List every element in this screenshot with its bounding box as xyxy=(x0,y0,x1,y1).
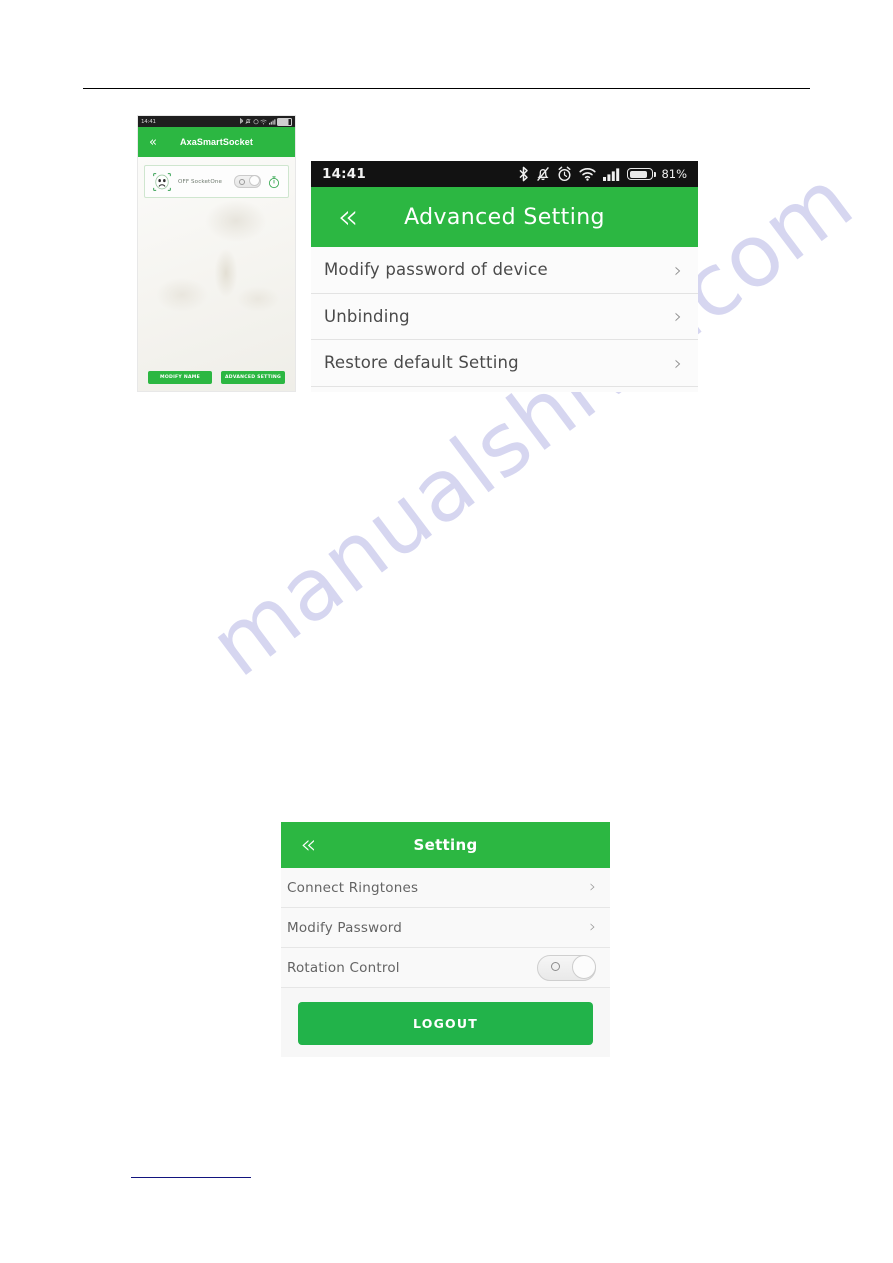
list-item-label: Restore default Setting xyxy=(324,353,519,373)
screenshot-setting: « Setting Connect Ringtones › Modify Pas… xyxy=(281,822,610,1057)
wifi-icon xyxy=(260,119,267,124)
screenshot-advanced-setting: 14:41 81% « Advanced Setting Modify pass… xyxy=(311,161,698,392)
logout-area: LOGOUT xyxy=(281,988,610,1057)
chevron-right-icon: › xyxy=(674,257,682,282)
list-item-modify-password-of-device[interactable]: Modify password of device › xyxy=(311,247,698,294)
chevron-right-icon: › xyxy=(589,877,596,897)
stopwatch-icon[interactable] xyxy=(267,175,281,189)
list-item-rotation-control[interactable]: Rotation Control xyxy=(281,948,610,988)
device-power-toggle[interactable] xyxy=(234,175,261,188)
list-item-partial xyxy=(311,387,698,393)
advanced-status-icons: 81% xyxy=(518,166,687,182)
advanced-appbar: « Advanced Setting xyxy=(311,187,698,247)
list-item-connect-ringtones[interactable]: Connect Ringtones › xyxy=(281,868,610,908)
back-icon[interactable]: « xyxy=(300,832,316,858)
battery-percent: 81% xyxy=(661,167,687,181)
modify-name-button[interactable]: MODIFY NAME xyxy=(148,371,212,384)
alarm-icon xyxy=(253,119,258,125)
logout-button[interactable]: LOGOUT xyxy=(298,1002,593,1045)
device-card-label: OFF SocketOne xyxy=(178,178,223,185)
small-status-time: 14:41 xyxy=(141,118,156,125)
small-status-bar: 14:41 xyxy=(138,116,295,127)
signal-icon xyxy=(603,167,620,181)
footer-hyperlink[interactable] xyxy=(131,1163,251,1178)
setting-list: Connect Ringtones › Modify Password › Ro… xyxy=(281,868,610,988)
small-appbar-title: AxaSmartSocket xyxy=(180,137,253,147)
advanced-setting-button[interactable]: ADVANCED SETTING xyxy=(221,371,285,384)
chevron-right-icon: › xyxy=(674,350,682,375)
back-icon[interactable]: « xyxy=(149,136,157,149)
mute-icon xyxy=(537,166,550,182)
list-item-modify-password[interactable]: Modify Password › xyxy=(281,908,610,948)
small-button-row: MODIFY NAME ADVANCED SETTING xyxy=(138,371,295,384)
signal-icon xyxy=(268,118,275,125)
list-item-label: Modify password of device xyxy=(324,260,548,280)
list-item-label: Connect Ringtones xyxy=(287,879,419,896)
list-item-label: Unbinding xyxy=(324,306,410,326)
list-item-label: Modify Password xyxy=(287,919,403,936)
mute-icon xyxy=(245,118,251,125)
small-status-icons xyxy=(239,117,292,126)
list-item-unbinding[interactable]: Unbinding › xyxy=(311,294,698,340)
advanced-status-bar: 14:41 81% xyxy=(311,161,698,187)
chevron-right-icon: › xyxy=(589,917,596,937)
back-icon[interactable]: « xyxy=(337,200,358,234)
setting-appbar: « Setting xyxy=(281,822,610,868)
small-appbar: « AxaSmartSocket xyxy=(138,127,295,157)
setting-appbar-title: Setting xyxy=(413,836,478,854)
alarm-icon xyxy=(558,166,571,182)
bluetooth-icon xyxy=(519,166,529,182)
sad-face-icon xyxy=(152,172,172,192)
page-header-rule xyxy=(83,88,810,89)
chevron-right-icon: › xyxy=(674,304,682,329)
rotation-control-toggle[interactable] xyxy=(537,954,596,981)
advanced-settings-list: Modify password of device › Unbinding › … xyxy=(311,247,698,392)
device-card[interactable]: OFF SocketOne xyxy=(144,165,289,198)
small-body: OFF SocketOne MODIFY NAME ADVANCED SETTI… xyxy=(138,157,295,391)
wifi-icon xyxy=(579,168,597,181)
screenshot-axasmartsocket-home: 14:41 « AxaSmartSocket OFF SocketOne MOD… xyxy=(138,116,295,391)
advanced-status-time: 14:41 xyxy=(322,166,366,182)
advanced-appbar-title: Advanced Setting xyxy=(404,204,605,230)
list-item-restore-default-setting[interactable]: Restore default Setting › xyxy=(311,340,698,387)
battery-icon xyxy=(277,117,292,126)
battery-icon xyxy=(627,168,656,180)
list-item-label: Rotation Control xyxy=(287,959,400,976)
bluetooth-icon xyxy=(239,118,243,124)
